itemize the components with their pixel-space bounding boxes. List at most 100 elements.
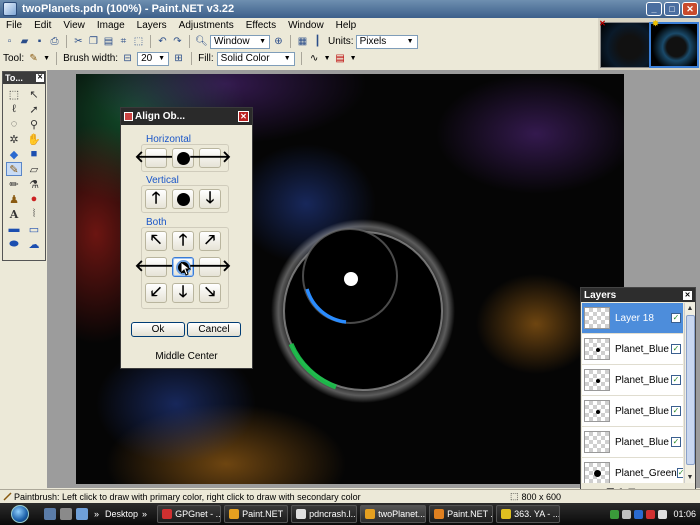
clone-stamp-tool-icon[interactable]: ♟ <box>6 192 22 206</box>
fill-select[interactable]: Solid Color ▼ <box>216 51 295 66</box>
taskbar-button-active[interactable]: twoPlanet... <box>360 505 427 523</box>
start-button[interactable] <box>0 503 40 525</box>
open-folder-icon[interactable]: ▰ <box>18 35 31 48</box>
tray-icon[interactable] <box>622 509 632 519</box>
close-image-icon[interactable]: ✸ <box>651 19 660 28</box>
layer-row[interactable]: Planet_Blue ✓ <box>582 427 683 458</box>
align-middle-right-button[interactable]: 🡒 <box>189 257 231 277</box>
antialiasing-icon[interactable]: ∿ <box>308 52 321 65</box>
align-top-center-button[interactable]: 🡑 <box>172 231 194 251</box>
layer-visibility-checkbox[interactable]: ✓ <box>671 406 681 416</box>
ellipse-select-tool-icon[interactable]: ◌ <box>6 117 22 131</box>
align-bottom-right-button[interactable]: 🡖 <box>199 283 221 303</box>
taskbar-button[interactable]: Paint.NET ... <box>429 505 494 523</box>
align-bottom-button[interactable]: 🡓 <box>199 189 221 209</box>
blend-mode-icon[interactable]: ▤ <box>334 52 347 65</box>
align-middle-left-button[interactable]: 🡐 <box>135 257 177 277</box>
units-select[interactable]: Pixels ▼ <box>355 34 418 49</box>
recolor-tool-icon[interactable]: ● <box>26 192 42 206</box>
menu-window[interactable]: Window <box>282 20 330 31</box>
layers-window-header[interactable]: Layers ✕ <box>581 288 695 302</box>
line-curve-tool-icon[interactable]: ⦚ <box>26 207 42 221</box>
chevron-down-icon[interactable]: ▼ <box>350 55 357 62</box>
layer-visibility-checkbox[interactable]: ✓ <box>676 468 683 478</box>
menu-edit[interactable]: Edit <box>28 20 57 31</box>
lasso-select-tool-icon[interactable]: ℓ <box>6 102 22 116</box>
layer-row[interactable]: Planet_Blue ✓ <box>582 396 683 427</box>
deselect-icon[interactable]: ⬚ <box>132 35 145 48</box>
taskbar-button[interactable]: pdncrash.l... <box>291 505 358 523</box>
align-bottom-center-button[interactable]: 🡓 <box>172 283 194 303</box>
close-image-icon[interactable]: ✕ <box>598 19 607 28</box>
move-selected-tool-icon[interactable]: ➚ <box>26 102 42 116</box>
desktop-overflow-icon[interactable]: » <box>142 509 147 519</box>
paintbrush-tool-icon[interactable]: ✎ <box>6 162 22 176</box>
volume-icon[interactable] <box>658 509 668 519</box>
image-thumbnail[interactable] <box>600 22 650 68</box>
taskbar-button[interactable]: 363. YA - ... <box>496 505 561 523</box>
pan-tool-icon[interactable]: ✋ <box>26 132 42 146</box>
zoom-select[interactable]: Window ▼ <box>210 34 270 49</box>
quicklaunch-icon[interactable] <box>60 508 72 520</box>
align-vertical-center-button[interactable] <box>172 189 194 209</box>
print-icon[interactable]: ⎙ <box>48 35 61 48</box>
layer-visibility-checkbox[interactable]: ✓ <box>671 375 681 385</box>
scroll-up-icon[interactable]: ▲ <box>685 303 695 314</box>
text-tool-icon[interactable]: A <box>6 207 22 221</box>
align-top-left-button[interactable]: 🡔 <box>145 231 167 251</box>
scrollbar-thumb[interactable] <box>686 315 695 465</box>
dialog-title-bar[interactable]: Align Ob... ✕ <box>121 108 252 125</box>
undo-icon[interactable]: ↶ <box>156 35 169 48</box>
layer-row[interactable]: Planet_Blue ✓ <box>582 334 683 365</box>
eraser-tool-icon[interactable]: ▱ <box>26 162 42 176</box>
menu-file[interactable]: File <box>0 20 28 31</box>
show-desktop-icon[interactable] <box>44 508 56 520</box>
paste-icon[interactable]: ▤ <box>102 35 115 48</box>
menu-adjustments[interactable]: Adjustments <box>173 20 240 31</box>
redo-icon[interactable]: ↷ <box>171 35 184 48</box>
align-right-button[interactable]: 🡒 <box>189 148 231 168</box>
layer-row[interactable]: Planet_Blue ✓ <box>582 365 683 396</box>
clock[interactable]: 01:06 <box>673 509 696 519</box>
copy-icon[interactable]: ❐ <box>87 35 100 48</box>
layer-visibility-checkbox[interactable]: ✓ <box>671 437 681 447</box>
chevron-down-icon[interactable]: ▼ <box>43 55 50 62</box>
menu-layers[interactable]: Layers <box>131 20 173 31</box>
taskbar-button[interactable]: GPGnet - ... <box>157 505 222 523</box>
pencil-tool-icon[interactable]: ✏ <box>6 177 22 191</box>
menu-effects[interactable]: Effects <box>240 20 282 31</box>
move-selection-tool-icon[interactable]: ↖ <box>26 87 42 101</box>
layer-visibility-checkbox[interactable]: ✓ <box>671 344 681 354</box>
align-top-button[interactable]: 🡑 <box>145 189 167 209</box>
ellipse-tool-icon[interactable]: ⬬ <box>6 237 22 251</box>
crop-icon[interactable]: ⌗ <box>117 35 130 48</box>
align-bottom-left-button[interactable]: 🡗 <box>145 283 167 303</box>
tray-icon[interactable] <box>646 509 656 519</box>
tray-icon[interactable] <box>634 509 644 519</box>
align-left-button[interactable]: 🡐 <box>135 148 177 168</box>
rulers-icon[interactable]: ┃ <box>311 35 324 48</box>
color-picker-tool-icon[interactable]: ⚗ <box>26 177 42 191</box>
rectangle-select-tool-icon[interactable]: ⬚ <box>6 87 22 101</box>
rectangle-tool-icon[interactable]: ▬ <box>6 222 22 236</box>
freeform-shape-tool-icon[interactable]: ☁ <box>26 237 42 251</box>
paint-bucket-tool-icon[interactable]: ◆ <box>6 147 22 161</box>
minimize-button[interactable]: _ <box>646 2 662 16</box>
scroll-down-icon[interactable]: ▼ <box>685 472 695 483</box>
chevron-down-icon[interactable]: ▼ <box>324 55 331 62</box>
layer-row[interactable]: Layer 18 ✓ <box>582 303 683 334</box>
zoom-in-icon[interactable]: ⊕ <box>272 35 285 48</box>
layer-row[interactable]: Planet_Green ✓ <box>582 458 683 483</box>
image-thumbnail-active[interactable] <box>649 22 699 68</box>
new-file-icon[interactable]: ▫ <box>3 35 16 48</box>
menu-help[interactable]: Help <box>330 20 363 31</box>
taskbar-button[interactable]: Paint.NET <box>224 505 289 523</box>
grid-icon[interactable]: ▦ <box>296 35 309 48</box>
save-icon[interactable]: ▪ <box>33 35 46 48</box>
magic-wand-tool-icon[interactable]: ✲ <box>6 132 22 146</box>
layers-scrollbar[interactable]: ▲ ▼ <box>684 303 695 483</box>
quicklaunch-overflow-icon[interactable]: » <box>94 509 99 519</box>
rounded-rectangle-tool-icon[interactable]: ▭ <box>26 222 42 236</box>
layer-visibility-checkbox[interactable]: ✓ <box>671 313 681 323</box>
menu-image[interactable]: Image <box>91 20 131 31</box>
